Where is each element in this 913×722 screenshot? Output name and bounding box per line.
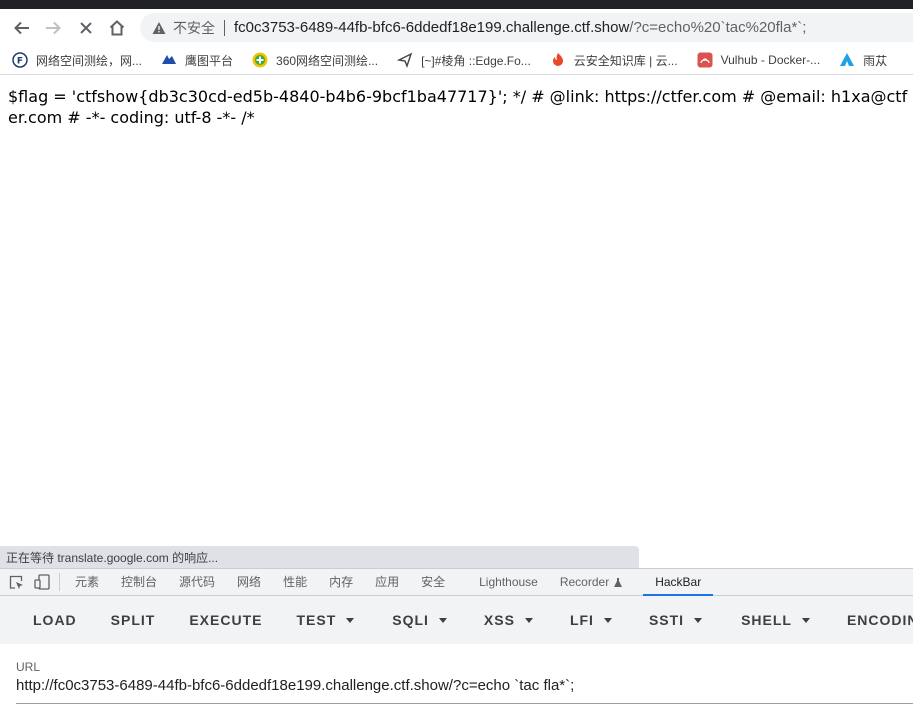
tab-sources[interactable]: 源代码	[168, 569, 226, 595]
shell-label: SHELL	[741, 612, 792, 628]
status-bubble: 正在等待 translate.google.com 的响应...	[0, 546, 639, 568]
caret-down-icon	[603, 617, 612, 623]
url-field-label: URL	[16, 660, 41, 674]
tab-network[interactable]: 网络	[226, 569, 272, 595]
caret-down-icon	[801, 617, 810, 623]
quake-icon	[252, 52, 268, 68]
edge-forum-icon	[397, 52, 413, 68]
test-label: TEST	[296, 612, 337, 628]
hunter-icon	[161, 52, 177, 68]
tab-lighthouse[interactable]: Lighthouse	[468, 569, 549, 595]
bookmark-label: 网络空间测绘，网...	[36, 53, 143, 68]
bookmark-label: 云安全知识库 | 云...	[573, 53, 678, 68]
cloud-sec-icon	[550, 52, 566, 68]
url-field-underline	[16, 703, 913, 704]
tab-elements[interactable]: 元素	[64, 569, 110, 595]
bookmark-label: Vulhub - Docker-...	[720, 53, 821, 67]
ssti-label: SSTI	[648, 612, 685, 628]
bookmark-item[interactable]: 云安全知识库 | 云...	[538, 52, 685, 69]
svg-text:F: F	[17, 57, 23, 67]
bookmark-item[interactable]: 360网络空间测绘...	[240, 52, 385, 69]
browser-toolbar: 不安全 fc0c3753-6489-44fb-bfc6-6ddedf18e199…	[0, 9, 913, 46]
lfi-label: LFI	[569, 612, 594, 628]
bookmark-item[interactable]: 雨苁	[827, 52, 894, 69]
encoding-button[interactable]: ENCODING	[827, 602, 913, 638]
bookmark-label: [~]#棱角 ::Edge.Fo...	[421, 53, 531, 68]
lfi-dropdown[interactable]: LFI	[550, 602, 629, 638]
page-body-text: $flag = 'ctfshow{db3c30cd-ed5b-4840-b4b6…	[8, 87, 908, 127]
forward-button[interactable]	[40, 15, 66, 41]
tab-performance[interactable]: 性能	[272, 569, 318, 595]
caret-down-icon	[524, 617, 533, 623]
bookmark-label: 鹰图平台	[185, 53, 234, 68]
close-icon	[80, 22, 92, 34]
bookmarks-divider	[0, 74, 913, 75]
device-toolbar-button[interactable]	[29, 569, 55, 595]
load-button[interactable]: LOAD	[0, 602, 94, 638]
inspect-icon	[9, 575, 23, 589]
test-dropdown[interactable]: TEST	[279, 602, 371, 638]
back-button[interactable]	[9, 15, 35, 41]
inspect-element-button[interactable]	[3, 569, 29, 595]
sqli-label: SQLI	[392, 612, 429, 628]
vulhub-icon	[697, 52, 713, 68]
ssti-dropdown[interactable]: SSTI	[629, 602, 719, 638]
window-top-strip	[0, 0, 913, 9]
security-status[interactable]: 不安全	[173, 18, 215, 38]
tab-hackbar[interactable]: HackBar	[643, 569, 714, 596]
split-button[interactable]: SPLIT	[94, 602, 173, 638]
tab-separator	[59, 573, 60, 591]
tab-console[interactable]: 控制台	[110, 569, 168, 595]
arrow-left-icon	[14, 21, 29, 35]
shell-dropdown[interactable]: SHELL	[719, 602, 827, 638]
url-field[interactable]: http://fc0c3753-6489-44fb-bfc6-6ddedf18e…	[16, 677, 574, 694]
bookmark-item[interactable]: F 网络空间测绘，网...	[0, 52, 149, 69]
sqli-dropdown[interactable]: SQLI	[375, 602, 464, 638]
url-path: /?c=echo%20`tac%20fla*`;	[629, 19, 807, 36]
caret-down-icon	[438, 617, 447, 623]
flask-icon	[614, 577, 623, 587]
caret-down-icon	[346, 617, 355, 623]
bookmark-label: 雨苁	[863, 53, 888, 68]
fofa-icon: F	[12, 52, 28, 68]
warning-icon	[152, 21, 166, 34]
hackbar-toolbar: LOAD SPLIT EXECUTE TEST SQLI XSS LFI SST…	[0, 596, 913, 644]
home-icon	[109, 20, 125, 36]
bookmark-label: 360网络空间测绘...	[276, 53, 379, 68]
devtools-tab-bar: 元素 控制台 源代码 网络 性能 内存 应用 安全 Lighthouse Rec…	[0, 568, 913, 596]
tab-recorder[interactable]: Recorder	[549, 569, 634, 595]
tab-security[interactable]: 安全	[410, 569, 456, 595]
caret-down-icon	[694, 617, 703, 623]
yucong-icon	[839, 52, 855, 68]
home-button[interactable]	[104, 15, 130, 41]
tab-recorder-label: Recorder	[559, 575, 610, 589]
hackbar-url-panel: URL http://fc0c3753-6489-44fb-bfc6-6dded…	[0, 644, 913, 722]
stop-button[interactable]	[73, 15, 99, 41]
xss-label: XSS	[483, 612, 515, 628]
bookmark-item[interactable]: [~]#棱角 ::Edge.Fo...	[385, 52, 538, 69]
bookmark-item[interactable]: Vulhub - Docker-...	[685, 52, 828, 68]
device-icon	[34, 574, 50, 590]
xss-dropdown[interactable]: XSS	[464, 602, 550, 638]
tab-application[interactable]: 应用	[364, 569, 410, 595]
url-host: fc0c3753-6489-44fb-bfc6-6ddedf18e199.cha…	[234, 19, 630, 36]
omnibox-separator	[224, 19, 225, 36]
address-bar[interactable]: 不安全 fc0c3753-6489-44fb-bfc6-6ddedf18e199…	[140, 13, 913, 42]
arrow-right-icon	[46, 21, 61, 35]
bookmarks-bar: F 网络空间测绘，网... 鹰图平台 360网络空间测绘... [~]#棱角 :…	[0, 46, 913, 74]
execute-button[interactable]: EXECUTE	[172, 602, 279, 638]
bookmark-item[interactable]: 鹰图平台	[149, 52, 240, 69]
tab-memory[interactable]: 内存	[318, 569, 364, 595]
